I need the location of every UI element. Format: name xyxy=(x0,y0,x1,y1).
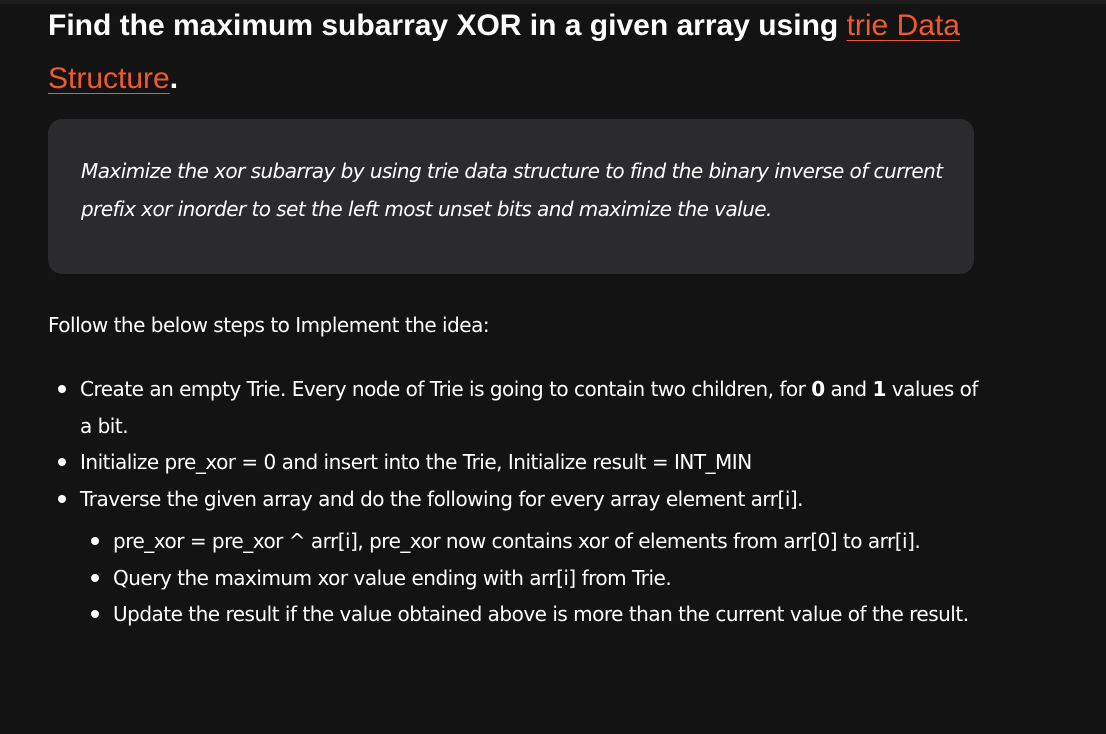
page-title: Find the maximum subarray XOR in a given… xyxy=(48,0,988,105)
page-title-period: . xyxy=(169,62,179,95)
bullet-icon xyxy=(58,458,66,466)
bullet-icon xyxy=(58,385,66,393)
step-text: Create an empty Trie. Every node of Trie… xyxy=(80,377,812,401)
page-title-text: Find the maximum subarray XOR in a given… xyxy=(48,9,847,42)
bullet-icon xyxy=(91,573,99,582)
substep-text: Query the maximum xor value ending with … xyxy=(113,565,672,590)
bullet-icon xyxy=(58,494,66,503)
substep-text: Update the result if the value obtained … xyxy=(113,602,969,626)
list-item: Create an empty Trie. Every node of Trie… xyxy=(58,371,980,444)
bold-zero: 0 xyxy=(811,377,825,401)
list-item: Initialize pre_xor = 0 and insert into t… xyxy=(58,444,980,481)
step-text: and xyxy=(824,377,873,401)
substeps-list: pre_xor = pre_xor ^ arr[i], pre_xor now … xyxy=(91,523,983,633)
substep-text: pre_xor = pre_xor ^ arr[i], pre_xor now … xyxy=(113,529,921,553)
steps-intro: Follow the below steps to Implement the … xyxy=(48,313,490,337)
approach-text: Maximize the xor subarray by using trie … xyxy=(81,159,943,221)
steps-list: Create an empty Trie. Every node of Trie… xyxy=(58,371,983,633)
approach-blockquote: Maximize the xor subarray by using trie … xyxy=(48,119,974,274)
bullet-icon xyxy=(91,610,99,618)
bold-one: 1 xyxy=(872,377,886,401)
bullet-icon xyxy=(91,537,99,545)
step-text: Initialize pre_xor = 0 and insert into t… xyxy=(80,450,752,474)
list-item: Traverse the given array and do the foll… xyxy=(58,481,983,633)
list-item: pre_xor = pre_xor ^ arr[i], pre_xor now … xyxy=(91,523,983,560)
list-item: Query the maximum xor value ending with … xyxy=(91,560,983,597)
step-text: Traverse the given array and do the foll… xyxy=(80,486,804,511)
list-item: Update the result if the value obtained … xyxy=(91,596,983,633)
